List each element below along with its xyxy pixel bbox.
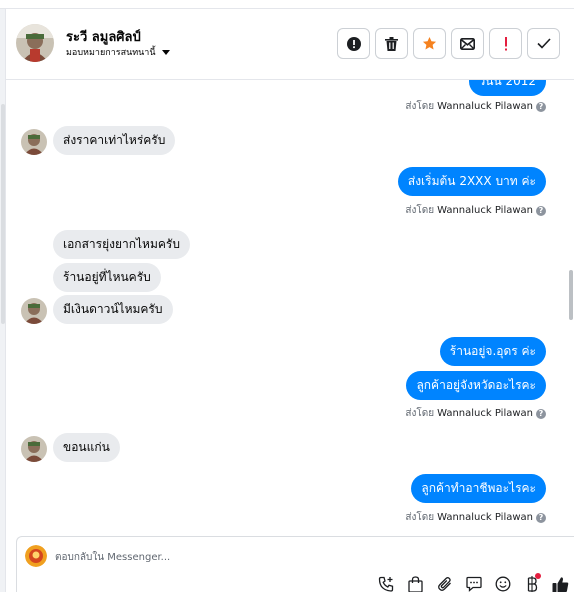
window-top-edge <box>0 0 574 9</box>
composer-toolbar <box>377 573 570 592</box>
delete-button[interactable] <box>375 28 408 59</box>
incoming-message: ส่งราคาเท่าไหร่ครับ <box>53 126 176 155</box>
report-button[interactable] <box>337 28 370 59</box>
mark-important-button[interactable] <box>489 28 522 59</box>
chat-bubble-icon <box>465 576 482 592</box>
sent-by-label: ส่งโดย Wannaluck Pilawan ? <box>405 510 546 525</box>
saved-replies-button[interactable] <box>464 575 483 592</box>
thread-scrollbar-thumb[interactable] <box>569 270 573 320</box>
mail-icon <box>460 37 475 50</box>
shopping-bag-icon <box>408 575 423 592</box>
left-scrollbar-thumb[interactable] <box>1 104 5 324</box>
sent-by-name: Wannaluck Pilawan <box>437 512 533 523</box>
sender-avatar[interactable] <box>21 129 47 155</box>
chevron-down-icon <box>161 49 170 55</box>
outgoing-message: ร้านอยู่จ.อุดร ค่ะ <box>439 337 546 366</box>
thumbs-up-icon <box>552 576 569 592</box>
like-button[interactable] <box>551 575 570 592</box>
phone-add-icon <box>378 576 394 592</box>
sender-avatar[interactable] <box>21 436 47 462</box>
star-icon <box>422 36 437 50</box>
incoming-message: เอกสารยุ่งยากไหมครับ <box>53 230 190 259</box>
emoji-button[interactable] <box>493 575 512 592</box>
page-avatar <box>25 545 47 567</box>
sent-by-label: ส่งโดย Wannaluck Pilawan ? <box>405 406 546 421</box>
notification-badge <box>535 573 541 579</box>
mark-done-button[interactable] <box>527 28 560 59</box>
sent-by-name: Wannaluck Pilawan <box>437 101 533 112</box>
reply-input[interactable]: ตอบกลับใน Messenger... <box>55 550 170 565</box>
check-icon <box>536 38 551 49</box>
attach-button[interactable] <box>435 575 454 592</box>
incoming-message: ขอนแก่น <box>53 433 120 462</box>
call-button[interactable] <box>377 575 396 592</box>
outgoing-message: ลูกค้าทำอาชีพอะไรคะ <box>411 474 546 503</box>
mark-important-icon <box>504 36 507 50</box>
help-icon[interactable]: ? <box>536 101 546 112</box>
outgoing-message: ส่งเริ่มต้น 2XXX บาท ค่ะ <box>397 167 546 196</box>
emoji-icon <box>495 576 510 592</box>
thread-scrollbar[interactable] <box>568 80 574 536</box>
incoming-message: ร้านอยู่ที่ไหนครับ <box>53 263 161 292</box>
message-thread[interactable]: วันนี้ 2012 ส่งโดย Wannaluck Pilawan ? ส… <box>6 80 568 536</box>
sent-by-name: Wannaluck Pilawan <box>437 408 533 419</box>
reply-composer: ตอบกลับใน Messenger... <box>16 536 574 592</box>
star-button[interactable] <box>413 28 446 59</box>
paperclip-icon <box>437 576 451 591</box>
trash-icon <box>385 36 398 51</box>
shop-button[interactable] <box>406 575 425 592</box>
mark-unread-button[interactable] <box>451 28 484 59</box>
sent-by-prefix: ส่งโดย <box>405 408 435 419</box>
sender-avatar[interactable] <box>21 298 47 324</box>
incoming-message: มีเงินดาวน์ไหมครับ <box>53 295 173 324</box>
contact-avatar[interactable] <box>16 24 54 62</box>
help-icon[interactable]: ? <box>536 408 546 419</box>
contact-name: ระวี ลมูลศิลป์ <box>66 30 141 45</box>
sent-by-prefix: ส่งโดย <box>405 205 435 216</box>
help-icon[interactable]: ? <box>536 205 546 216</box>
assign-label: มอบหมายการสนทนานี้ <box>66 48 156 58</box>
sent-by-label: ส่งโดย Wannaluck Pilawan ? <box>405 99 546 114</box>
conversation-header: ระวี ลมูลศิลป์ มอบหมายการสนทนานี้ <box>6 9 574 80</box>
assign-conversation-dropdown[interactable]: มอบหมายการสนทนานี้ <box>66 45 170 59</box>
help-icon[interactable]: ? <box>536 512 546 523</box>
sent-by-name: Wannaluck Pilawan <box>437 205 533 216</box>
payment-button[interactable] <box>522 573 541 592</box>
report-icon <box>346 36 361 51</box>
sent-by-label: ส่งโดย Wannaluck Pilawan ? <box>405 203 546 218</box>
sent-by-prefix: ส่งโดย <box>405 512 435 523</box>
outgoing-message: ลูกค้าอยู่จังหวัดอะไรคะ <box>406 371 546 400</box>
header-actions <box>337 28 560 59</box>
outgoing-message: วันนี้ 2012 <box>468 80 546 96</box>
sent-by-prefix: ส่งโดย <box>405 101 435 112</box>
